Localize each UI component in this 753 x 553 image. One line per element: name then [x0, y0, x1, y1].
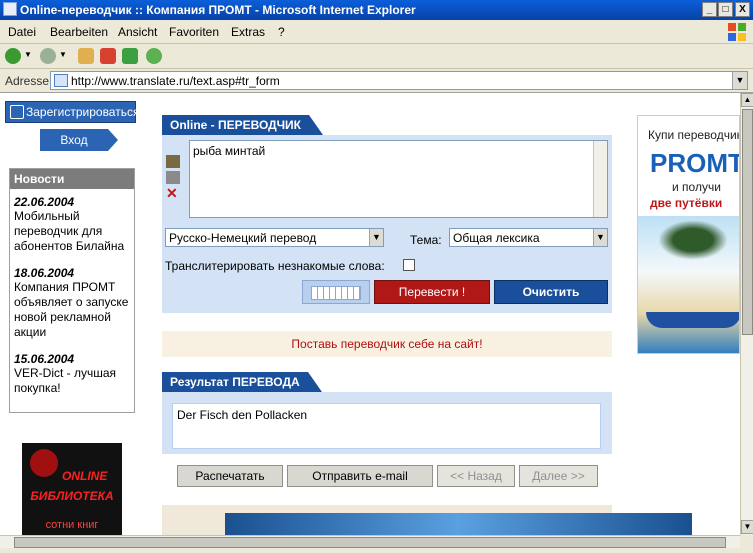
- library-sub: сотни книг: [45, 519, 99, 531]
- ie-icon: [3, 2, 17, 16]
- email-button[interactable]: Отправить e-mail: [287, 465, 433, 487]
- scroll-down-icon[interactable]: ▼: [741, 520, 753, 534]
- news-box: Новости 22.06.2004 Мобильный переводчик …: [9, 168, 135, 413]
- result-text: Der Fisch den Pollacken: [177, 408, 308, 422]
- delete-icon[interactable]: ✕: [166, 186, 180, 200]
- address-url: http://www.translate.ru/text.asp#tr_form: [71, 74, 280, 88]
- news-date: 22.06.2004: [14, 195, 75, 209]
- translate-button[interactable]: Перевести !: [374, 280, 490, 304]
- topic-label: Тема:: [410, 233, 442, 247]
- back-dropdown-icon[interactable]: ▼: [24, 50, 32, 66]
- register-label: Зарегистрироваться: [26, 105, 140, 119]
- skull-icon: [30, 449, 58, 477]
- back-icon[interactable]: [5, 48, 21, 64]
- palm-image: [658, 220, 728, 260]
- news-item: 22.06.2004 Мобильный переводчик для абон…: [10, 195, 134, 254]
- topic-value: Общая лексика: [453, 231, 540, 245]
- library-online: ONLINE: [62, 469, 108, 483]
- menu-datei[interactable]: Datei: [8, 25, 36, 39]
- news-date: 15.06.2004: [14, 352, 75, 366]
- paste-icon[interactable]: [166, 155, 180, 168]
- translator-tab: Online - ПЕРЕВОДЧИК: [162, 115, 323, 135]
- ad-line3: две путёвки: [650, 196, 723, 210]
- stop-icon[interactable]: [100, 48, 116, 64]
- chevron-down-icon[interactable]: ▼: [593, 229, 607, 246]
- direction-select[interactable]: Русско-Немецкий перевод ▼: [165, 228, 384, 247]
- promt-ad-banner[interactable]: Купи переводчик PROMT и получи две путёв…: [637, 115, 740, 354]
- ad-brand: PROMT: [650, 148, 740, 178]
- news-title: Новости: [10, 169, 134, 189]
- news-date: 18.06.2004: [14, 266, 75, 280]
- window-title-bar[interactable]: Online-переводчик :: Компания ПРОМТ - Mi…: [0, 0, 753, 20]
- clear-button[interactable]: Очистить: [494, 280, 608, 304]
- address-dropdown-icon[interactable]: ▼: [732, 72, 747, 89]
- home-icon[interactable]: [78, 48, 94, 64]
- chevron-down-icon[interactable]: ▼: [369, 229, 383, 246]
- address-bar: Adresse http://www.translate.ru/text.asp…: [0, 69, 753, 93]
- refresh-icon[interactable]: [122, 48, 138, 64]
- toolbar: ▼ ▼: [0, 45, 753, 69]
- topic-select[interactable]: Общая лексика ▼: [449, 228, 608, 247]
- forward-icon[interactable]: [40, 48, 56, 64]
- copy-icon[interactable]: [166, 171, 180, 184]
- install-promo-link[interactable]: Поставь переводчик себе на сайт!: [162, 331, 612, 357]
- news-link[interactable]: VER-Dict - лучшая покупка!: [14, 366, 130, 396]
- windows-logo-icon: [728, 23, 746, 41]
- close-button[interactable]: X: [735, 2, 750, 17]
- maximize-button[interactable]: □: [718, 2, 733, 17]
- page-icon: [54, 74, 68, 87]
- menu-help[interactable]: ?: [278, 25, 285, 39]
- vertical-scrollbar[interactable]: ▲ ▼: [740, 93, 753, 535]
- menu-favoriten[interactable]: Favoriten: [169, 25, 219, 39]
- news-link[interactable]: Мобильный переводчик для абонентов Билай…: [14, 209, 130, 254]
- page-content: Зарегистрироваться Вход Новости 22.06.20…: [0, 93, 740, 535]
- login-button[interactable]: Вход: [40, 129, 118, 151]
- virtual-keyboard-button[interactable]: [302, 280, 370, 304]
- menu-bar: Datei Bearbeiten Ansicht Favoriten Extra…: [0, 20, 753, 44]
- hammock-image: [646, 312, 739, 328]
- forward-dropdown-icon[interactable]: ▼: [59, 50, 67, 66]
- library-title: БИБЛИОТЕКА: [30, 489, 114, 503]
- translit-checkbox[interactable]: [403, 259, 415, 271]
- pen-icon: [10, 105, 24, 119]
- result-tab: Результат ПЕРЕВОДА: [162, 372, 322, 392]
- source-text: рыба минтай: [193, 144, 266, 158]
- result-output[interactable]: Der Fisch den Pollacken: [172, 403, 601, 449]
- source-scrollbar[interactable]: [593, 141, 607, 217]
- keyboard-icon: [311, 286, 361, 300]
- scroll-up-icon[interactable]: ▲: [741, 93, 753, 107]
- next-button[interactable]: Далее >>: [519, 465, 598, 487]
- print-button[interactable]: Распечатать: [177, 465, 283, 487]
- window-title: Online-переводчик :: Компания ПРОМТ - Mi…: [20, 3, 416, 17]
- go-icon[interactable]: [146, 48, 162, 64]
- source-text-input[interactable]: рыба минтай: [189, 140, 608, 218]
- bottom-banner-image[interactable]: [225, 513, 692, 535]
- news-item: 15.06.2004 VER-Dict - лучшая покупка!: [10, 352, 134, 396]
- news-item: 18.06.2004 Компания ПРОМТ объявляет о за…: [10, 266, 134, 340]
- address-input[interactable]: http://www.translate.ru/text.asp#tr_form…: [50, 71, 748, 90]
- minimize-button[interactable]: _: [702, 2, 717, 17]
- back-button[interactable]: << Назад: [437, 465, 515, 487]
- address-label: Adresse: [5, 74, 50, 88]
- library-banner[interactable]: ONLINE БИБЛИОТЕКА сотни книг: [22, 443, 122, 535]
- menu-bearbeiten[interactable]: Bearbeiten: [50, 25, 108, 39]
- register-button[interactable]: Зарегистрироваться: [5, 101, 140, 123]
- menu-ansicht[interactable]: Ansicht: [118, 25, 157, 39]
- vertical-scroll-thumb[interactable]: [742, 109, 753, 335]
- news-link[interactable]: Компания ПРОМТ объявляет о запуске новой…: [14, 280, 130, 340]
- translit-label: Транслитерировать незнакомые слова:: [165, 259, 385, 273]
- horizontal-scrollbar[interactable]: [0, 535, 740, 548]
- menu-extras[interactable]: Extras: [231, 25, 265, 39]
- ad-line2: и получи: [672, 180, 721, 194]
- direction-value: Русско-Немецкий перевод: [169, 231, 317, 245]
- status-bar: [0, 548, 753, 553]
- ad-line1: Купи переводчик: [648, 128, 740, 142]
- horizontal-scroll-thumb[interactable]: [14, 537, 726, 548]
